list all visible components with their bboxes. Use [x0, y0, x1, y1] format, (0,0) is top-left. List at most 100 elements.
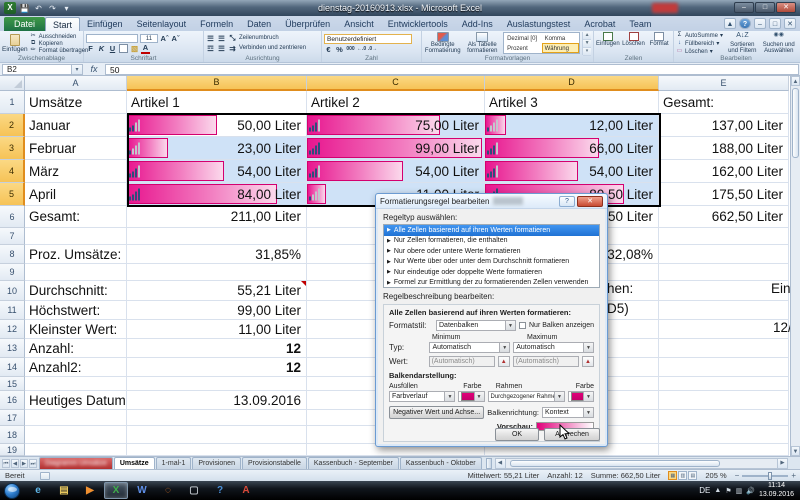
row-header-9[interactable]: 9: [0, 264, 25, 281]
tab-seitenlayout[interactable]: Seitenlayout: [130, 17, 194, 31]
increase-decimal-icon[interactable]: ←.0: [357, 46, 366, 52]
tab-auslastungstest[interactable]: Auslastungstest: [500, 17, 578, 31]
cell-A10[interactable]: Durchschnitt:: [25, 281, 127, 301]
align-left-icon[interactable]: ☲: [206, 44, 215, 53]
zoom-slider-thumb[interactable]: [768, 472, 772, 480]
sheet-tab-kassenbuch-september[interactable]: Kassenbuch - September: [308, 457, 399, 469]
rule-type-option[interactable]: ▶Formel zur Ermittlung der zu formatiere…: [384, 278, 599, 289]
clear-button[interactable]: ▭Löschen ▾: [676, 48, 723, 55]
scroll-up-icon[interactable]: ▲: [791, 76, 800, 86]
underline-button[interactable]: U: [108, 44, 117, 53]
bold-button[interactable]: F: [86, 44, 95, 53]
borders-icon[interactable]: [119, 44, 128, 53]
fill-button[interactable]: ↓Füllbereich ▾: [676, 40, 723, 47]
cell-B14[interactable]: 12: [127, 358, 307, 377]
rule-type-option[interactable]: ▶Nur obere oder untere Werte formatieren: [384, 246, 599, 257]
taskbar-internet-explorer-icon[interactable]: e: [26, 482, 50, 499]
cell-E13[interactable]: [659, 339, 789, 358]
cell-A4[interactable]: März: [25, 160, 127, 183]
taskbar-word-icon[interactable]: W: [130, 482, 154, 499]
row-header-4[interactable]: 4: [0, 160, 25, 183]
row-header-10[interactable]: 10: [0, 281, 25, 301]
cell-B10[interactable]: 55,21 Liter: [127, 281, 307, 301]
zoom-level[interactable]: 205 %: [705, 471, 726, 480]
row-header-17[interactable]: 17: [0, 410, 25, 426]
row-header-6[interactable]: 6: [0, 206, 25, 228]
show-bars-only-checkbox[interactable]: [519, 322, 526, 329]
tab-start[interactable]: Start: [45, 17, 80, 31]
style-gallery-item[interactable]: Prozent: [504, 43, 542, 53]
cell-E10[interactable]: [659, 281, 789, 301]
cell-D3[interactable]: 66,00 Liter: [485, 137, 659, 160]
italic-button[interactable]: K: [97, 44, 106, 53]
cell-C4[interactable]: 54,00 Liter: [307, 160, 485, 183]
taskbar-media-player-icon[interactable]: ▶: [78, 482, 102, 499]
conditional-formatting-button[interactable]: Bedingte Formatierung: [424, 32, 462, 55]
tab-splitter[interactable]: [486, 458, 492, 469]
format-painter-button[interactable]: ✏Format übertragen: [30, 47, 89, 54]
cell-A15[interactable]: [25, 377, 127, 391]
cell-B19[interactable]: [127, 444, 307, 456]
cell-A17[interactable]: [25, 410, 127, 426]
autosum-button[interactable]: ΣAutoSumme ▾: [676, 32, 723, 39]
cell-E1[interactable]: Gesamt:: [659, 91, 789, 114]
cell-A3[interactable]: Februar: [25, 137, 127, 160]
cell-E16[interactable]: [659, 391, 789, 410]
column-header-c[interactable]: C: [307, 76, 485, 91]
style-gallery-item[interactable]: Komma: [542, 33, 580, 43]
cell-B13[interactable]: 12: [127, 339, 307, 358]
help-icon[interactable]: ?: [739, 18, 751, 29]
cell-E14[interactable]: [659, 358, 789, 377]
row-header-5[interactable]: 5: [0, 183, 25, 206]
workbook-close-icon[interactable]: ✕: [784, 18, 796, 29]
column-header-e[interactable]: E: [659, 76, 789, 91]
align-middle-icon[interactable]: ☰: [217, 34, 226, 43]
cell-A7[interactable]: [25, 228, 127, 245]
cell-B2[interactable]: 50,00 Liter: [127, 114, 307, 137]
tab-ansicht[interactable]: Ansicht: [337, 17, 381, 31]
tab-acrobat[interactable]: Acrobat: [577, 17, 622, 31]
cut-button[interactable]: ✂Ausschneiden: [30, 33, 89, 40]
row-header-16[interactable]: 16: [0, 391, 25, 410]
indent-icon[interactable]: ⇉: [228, 44, 237, 53]
taskbar-sticky-notes-icon[interactable]: ▢: [182, 482, 206, 499]
cell-D2[interactable]: 12,00 Liter: [485, 114, 659, 137]
bar-direction-select[interactable]: Kontext▼: [542, 407, 594, 418]
cell-A19[interactable]: [25, 444, 127, 456]
cancel-button[interactable]: Abbrechen: [544, 428, 600, 441]
row-header-1[interactable]: 1: [0, 91, 25, 114]
start-button[interactable]: [4, 483, 20, 499]
cell-A2[interactable]: Januar: [25, 114, 127, 137]
taskbar-firefox-icon[interactable]: ◌: [156, 482, 180, 499]
cell-A13[interactable]: Anzahl:: [25, 339, 127, 358]
normal-view-icon[interactable]: ▦: [668, 471, 677, 480]
gallery-scroll[interactable]: ▲▼▾: [582, 32, 591, 55]
cell-E8[interactable]: [659, 245, 789, 264]
cell-A9[interactable]: [25, 264, 127, 281]
type-max-select[interactable]: Automatisch▼: [513, 342, 594, 353]
sheet-tab-1-mal-1[interactable]: 1-mal-1: [156, 457, 192, 469]
comma-style-icon[interactable]: 000: [346, 46, 355, 52]
tab-daten[interactable]: Daten: [240, 17, 278, 31]
fill-select[interactable]: Farbverlauf▼: [389, 391, 455, 402]
insert-cells-button[interactable]: Einfügen: [596, 32, 620, 55]
cell-D1[interactable]: Artikel 3: [485, 91, 659, 114]
cell-B4[interactable]: 54,00 Liter: [127, 160, 307, 183]
zoom-out-icon[interactable]: −: [735, 472, 740, 480]
cell-A16[interactable]: Heutiges Datum:: [25, 391, 127, 410]
volume-icon[interactable]: 🔊: [746, 487, 755, 495]
rule-type-option[interactable]: ▶Nur eindeutige oder doppelte Werte form…: [384, 267, 599, 278]
minimize-button[interactable]: –: [734, 2, 754, 13]
tray-expand-icon[interactable]: ▲: [714, 487, 721, 494]
row-header-11[interactable]: 11: [0, 301, 25, 320]
sheet-tab-kassenbuch-oktober[interactable]: Kassenbuch - Oktober: [400, 457, 482, 469]
row-header-19[interactable]: 19: [0, 444, 25, 456]
shrink-font-icon[interactable]: Aˇ: [171, 34, 180, 43]
sheet-tab-provisionstabelle[interactable]: Provisionstabelle: [242, 457, 307, 469]
cell-B5[interactable]: 84,00 Liter: [127, 183, 307, 206]
tab-team[interactable]: Team: [622, 17, 658, 31]
paste-button[interactable]: Einfügen: [2, 32, 28, 55]
collapse-ribbon-icon[interactable]: ▲: [724, 18, 736, 29]
row-header-13[interactable]: 13: [0, 339, 25, 358]
last-sheet-icon[interactable]: ⏭: [29, 459, 37, 468]
